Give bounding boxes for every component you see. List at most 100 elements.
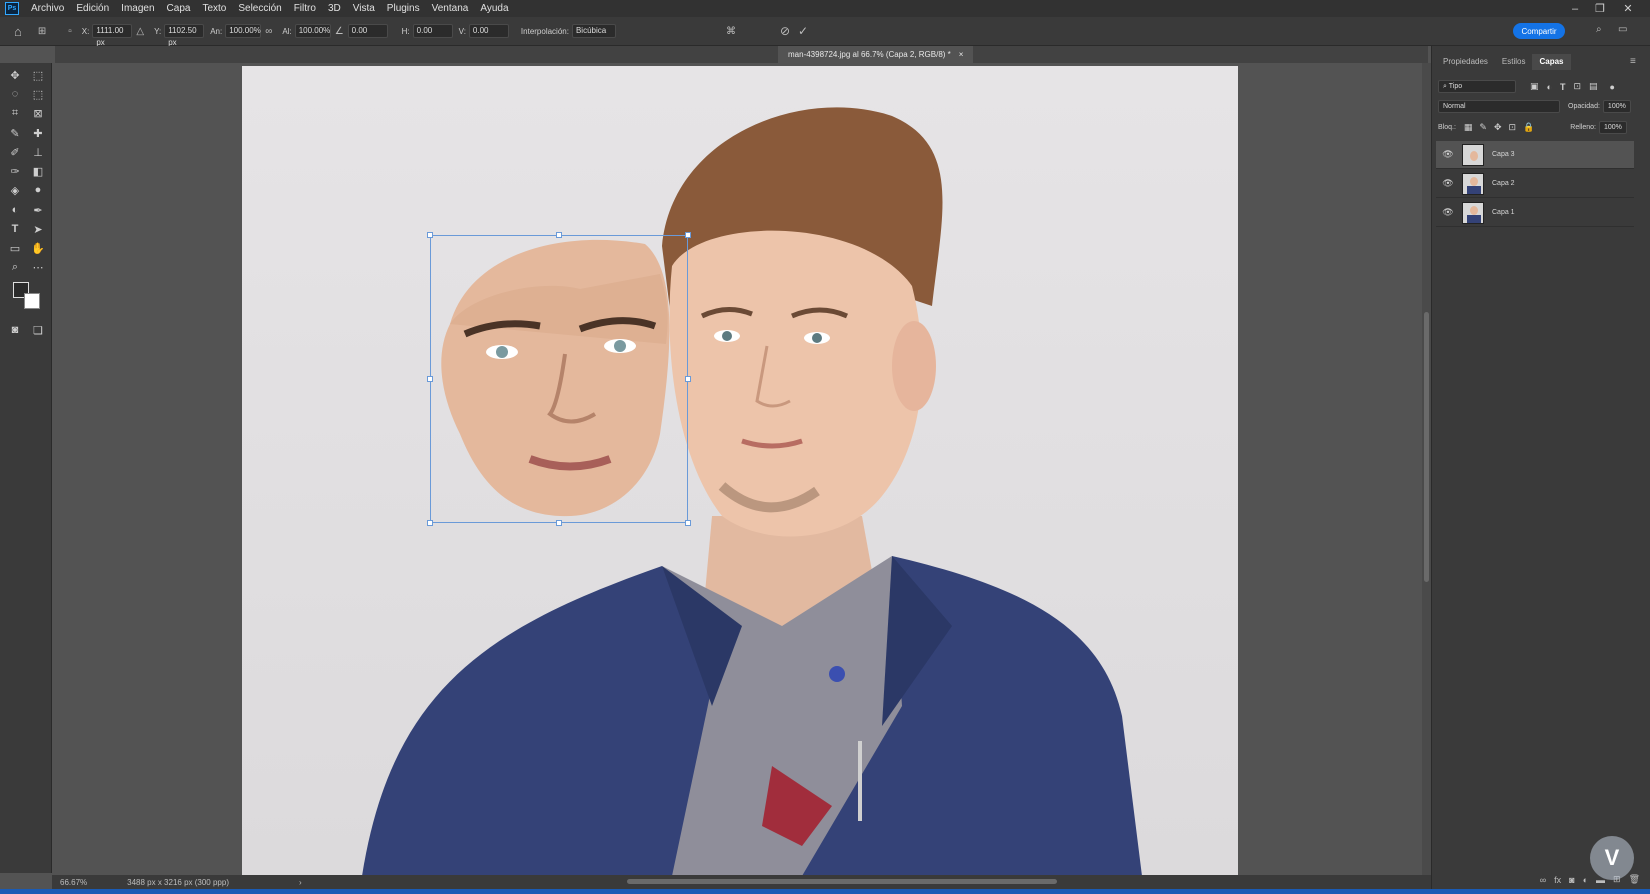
opacity-field[interactable]: 100% [1602,100,1631,113]
more-tools-icon[interactable]: ⋯ [29,259,47,275]
delta-icon[interactable]: △ [136,26,144,37]
stamp-tool-icon[interactable]: ⊥ [29,144,47,160]
v-skew-field[interactable]: 0.00 [468,24,509,38]
reference-grid-icon[interactable]: ▫ [68,26,72,37]
eye-icon[interactable]: 👁 [1440,149,1456,160]
width-field[interactable]: 100.00% [225,24,262,38]
height-field[interactable]: 100.00% [294,24,331,38]
h-skew-field[interactable]: 0.00 [412,24,453,38]
menu-texto[interactable]: Texto [196,0,232,17]
vertical-scroll-thumb[interactable] [1424,312,1429,582]
add-mask-icon[interactable]: ◙ [1569,875,1574,885]
blend-mode-select[interactable]: Normal [1438,100,1560,113]
history-brush-icon[interactable]: ✑ [6,163,24,179]
fx-icon[interactable]: fx [1554,875,1561,885]
menu-seleccion[interactable]: Selección [232,0,287,17]
lock-move-icon[interactable]: ✥ [1494,122,1502,133]
zoom-level[interactable]: 66.67% [60,878,87,887]
close-window-icon[interactable]: ✕ [1613,0,1643,17]
layer-name[interactable]: Capa 1 [1492,209,1515,216]
type-tool-icon[interactable]: T [6,221,24,237]
transform-bounding-box[interactable] [430,235,688,523]
zoom-tool-icon[interactable]: ⌕ [6,259,24,275]
fill-field[interactable]: 100% [1598,121,1627,134]
tab-close-icon[interactable]: × [959,50,964,59]
status-arrow-icon[interactable]: › [299,878,302,887]
healing-tool-icon[interactable]: ✚ [29,125,47,141]
layer-row[interactable]: 👁 Capa 1 [1436,199,1634,227]
filter-type-icon[interactable]: T [1560,82,1566,92]
screen-mode-icon[interactable]: ❏ [29,322,47,338]
menu-3d[interactable]: 3D [322,0,347,17]
marquee-tool-icon[interactable]: ⬚ [29,67,47,83]
horizontal-scroll-thumb[interactable] [627,879,1057,884]
workspace-icon[interactable]: ▭ [1618,24,1627,35]
object-select-tool-icon[interactable]: ⬚ [29,86,47,102]
filter-toggle-icon[interactable]: ● [1610,82,1615,92]
layer-name[interactable]: Capa 3 [1492,151,1515,158]
menu-vista[interactable]: Vista [347,0,381,17]
document-image[interactable] [242,66,1238,876]
eye-icon[interactable]: 👁 [1440,178,1456,189]
transform-handle-left[interactable] [427,376,433,382]
eye-icon[interactable]: 👁 [1440,207,1456,218]
filter-pixel-icon[interactable]: ▣ [1530,81,1539,92]
blur-tool-icon[interactable]: ● [29,182,47,198]
lasso-tool-icon[interactable]: ◌ [6,86,24,102]
x-position-field[interactable]: 1111.00 px [92,24,133,47]
layer-filter-select[interactable]: ⌕ Tipo [1438,80,1516,93]
angle-field[interactable]: 0.00 [347,24,388,38]
transform-handle-top[interactable] [556,232,562,238]
menu-ayuda[interactable]: Ayuda [474,0,514,17]
lock-transparent-icon[interactable]: ▦ [1464,122,1473,133]
share-button[interactable]: Compartir [1513,23,1565,39]
transform-handle-bottom[interactable] [556,520,562,526]
warp-icon[interactable]: ⌘ [726,26,736,37]
filter-smart-icon[interactable]: ▤ [1589,81,1598,92]
lock-all-icon[interactable]: 🔒 [1523,122,1534,133]
panel-menu-icon[interactable]: ≡ [1630,56,1636,67]
pen-tool-icon[interactable]: ✒ [29,202,47,218]
eraser-tool-icon[interactable]: ◧ [29,163,47,179]
commit-transform-icon[interactable]: ✓ [798,24,808,38]
lock-artboard-icon[interactable]: ⊡ [1509,122,1517,133]
hand-tool-icon[interactable]: ✋ [29,240,47,256]
crop-tool-icon[interactable]: ⌗ [6,105,24,121]
tab-estilos[interactable]: Estilos [1495,54,1533,70]
rectangle-tool-icon[interactable]: ▭ [6,240,24,256]
restore-icon[interactable]: ❐ [1585,0,1615,17]
eyedropper-tool-icon[interactable]: ✎ [6,125,24,141]
link-icon[interactable]: ∞ [265,26,272,37]
menu-plugins[interactable]: Plugins [381,0,426,17]
cancel-transform-icon[interactable]: ⊘ [780,24,790,38]
move-tool-icon[interactable]: ✥ [6,67,24,83]
layer-row[interactable]: 👁 Capa 3 [1436,141,1634,169]
brush-tool-icon[interactable]: ✐ [6,144,24,160]
transform-handle-bottom-right[interactable] [685,520,691,526]
path-select-icon[interactable]: ➤ [29,221,47,237]
document-tab[interactable]: man-4398724.jpg al 66.7% (Capa 2, RGB/8)… [778,46,974,63]
reference-point-icon[interactable]: ⊞ [38,26,46,37]
adjustment-layer-icon[interactable]: ◐ [1583,875,1588,885]
dodge-tool-icon[interactable]: ◐ [6,202,24,218]
link-layers-icon[interactable]: ∞ [1540,875,1546,885]
menu-capa[interactable]: Capa [161,0,197,17]
transform-handle-top-right[interactable] [685,232,691,238]
frame-tool-icon[interactable]: ⊠ [29,105,47,121]
menu-filtro[interactable]: Filtro [288,0,322,17]
filter-shape-icon[interactable]: ⊡ [1573,81,1581,92]
tab-capas[interactable]: Capas [1532,54,1571,70]
quick-mask-icon[interactable]: ◙ [6,322,24,338]
menu-imagen[interactable]: Imagen [115,0,160,17]
interpolation-select[interactable]: Bicúbica [571,24,616,38]
home-icon[interactable]: ⌂ [14,24,22,39]
delete-layer-icon[interactable]: 🗑 [1629,874,1640,885]
transform-handle-right[interactable] [685,376,691,382]
paint-bucket-icon[interactable]: ◈ [6,182,24,198]
filter-adjust-icon[interactable]: ◐ [1547,82,1552,92]
y-position-field[interactable]: 1102.50 px [164,24,205,47]
search-icon[interactable]: ⌕ [1596,24,1602,35]
layer-name[interactable]: Capa 2 [1492,180,1515,187]
background-color-swatch[interactable] [24,293,40,309]
menu-ventana[interactable]: Ventana [426,0,475,17]
